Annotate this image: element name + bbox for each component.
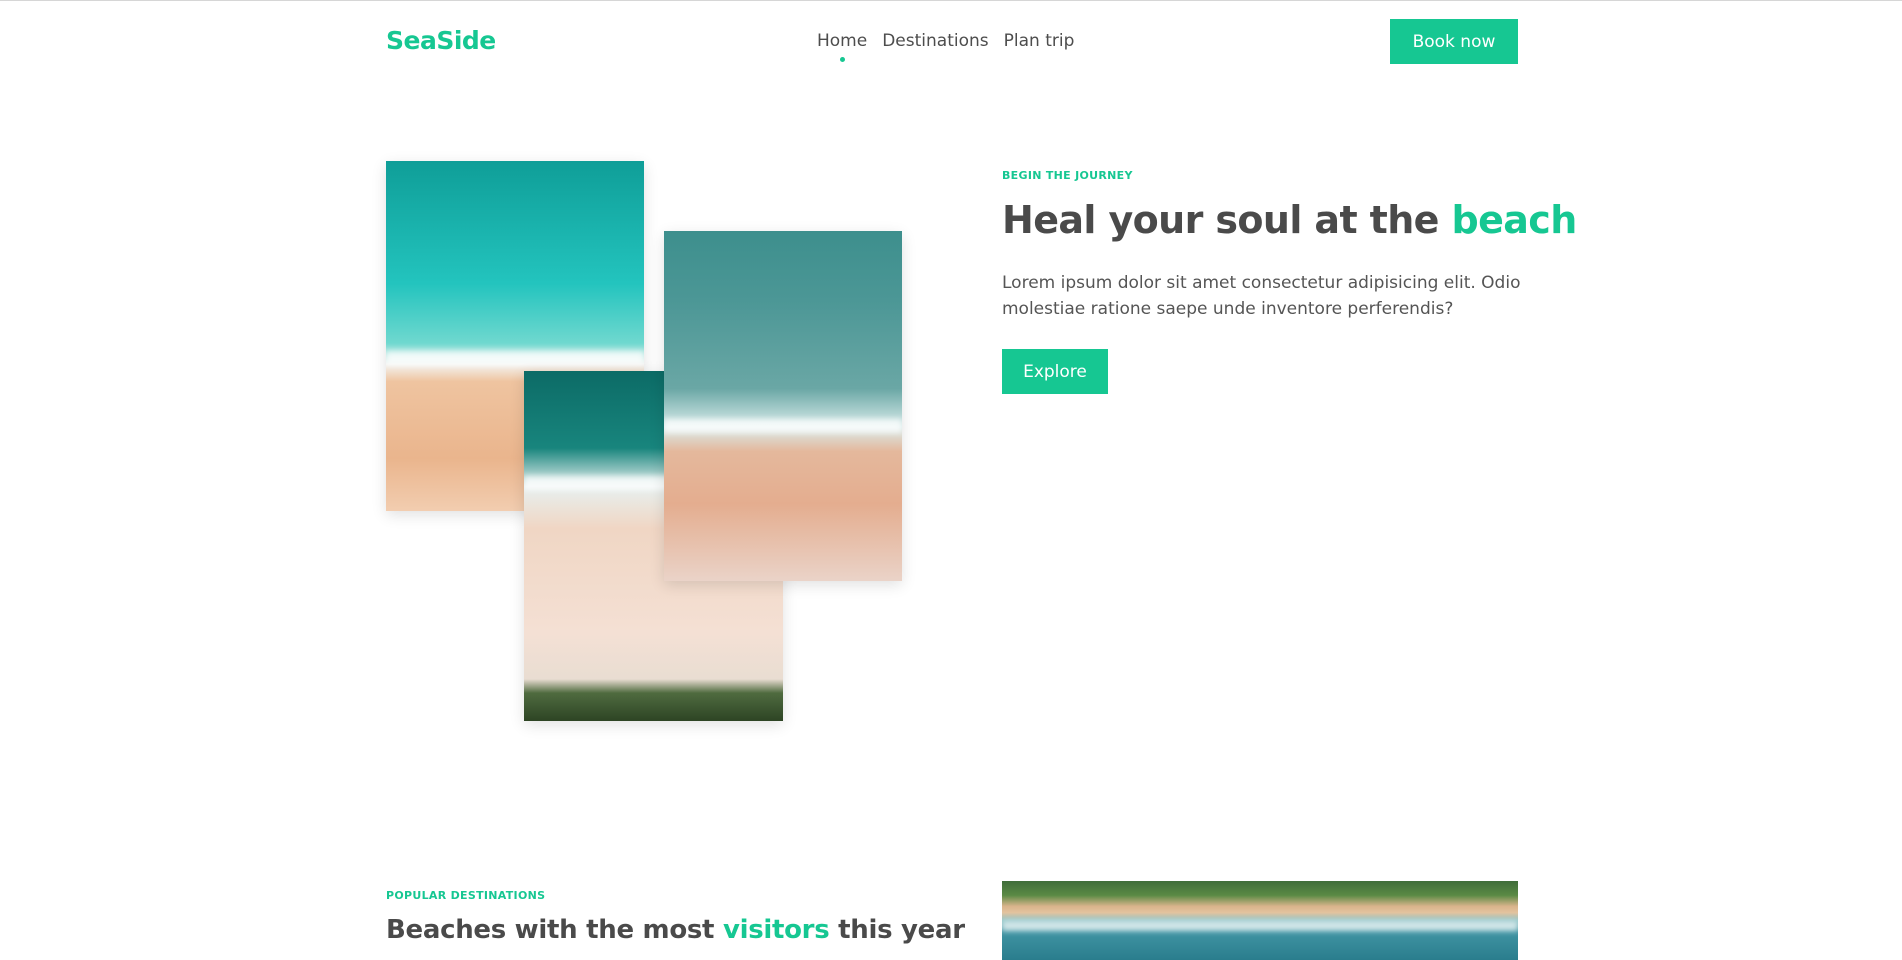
nav-plan-trip[interactable]: Plan trip [1004,31,1075,51]
book-now-button[interactable]: Book now [1390,19,1518,64]
hero-title-main: Heal your soul at the [1002,198,1452,242]
popular-title-accent: visitors [722,915,830,945]
destination-photo [1002,881,1518,960]
nav-destinations[interactable]: Destinations [882,31,988,51]
hero-description: Lorem ipsum dolor sit amet consectetur a… [1002,273,1521,319]
popular-title: Beaches with the most visitors this year [386,915,965,945]
beach-photo-3 [664,231,902,581]
main-nav: Home Destinations Plan trip [817,31,1075,62]
top-border [0,0,1902,1]
hero-title: Heal your soul at the beach [1002,198,1577,242]
hero-title-accent: beach [1451,198,1577,242]
popular-title-main: Beaches with the most [386,915,723,945]
logo[interactable]: SeaSide [386,26,496,55]
explore-button[interactable]: Explore [1002,349,1108,394]
popular-title-end: this year [829,915,965,945]
nav-home[interactable]: Home [817,31,867,62]
hero-eyebrow: BEGIN THE JOURNEY [1002,169,1133,182]
popular-eyebrow: POPULAR DESTINATIONS [386,889,546,902]
